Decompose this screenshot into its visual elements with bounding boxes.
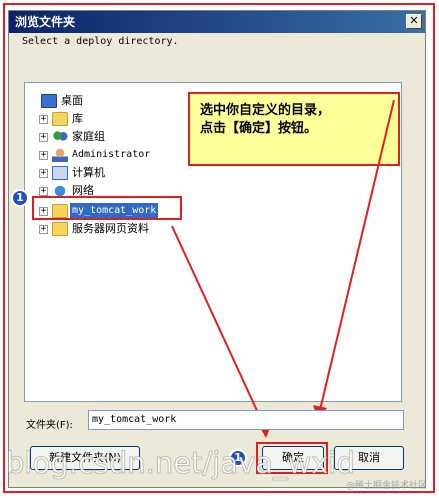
expand-icon[interactable]: + [39,151,48,160]
user-icon [52,148,68,162]
step-badge-1: 1 [11,189,29,207]
expand-icon[interactable]: + [39,115,48,124]
folder-icon [52,222,68,236]
callout-line-1: 选中你自定义的目录， [200,103,331,118]
callout-line-2: 点击【确定】按钮。 [200,121,318,136]
tree-item-label: 服务器网页资料 [72,222,149,235]
annotation-callout: 选中你自定义的目录， 点击【确定】按钮。 [188,92,400,166]
expand-icon[interactable]: + [39,225,48,234]
computer-icon [52,166,68,180]
tree-item-label: 库 [72,112,83,125]
expand-icon[interactable]: + [39,187,48,196]
title-bar: 浏览文件夹 ✕ [9,11,425,33]
tree-item-label: 桌面 [61,94,83,107]
homegroup-icon [52,130,68,144]
watermark-small: @稀土掘金技术社区 [345,481,427,491]
selected-folder-highlight [32,196,182,220]
folder-input[interactable]: my_tomcat_work [88,410,404,430]
desktop-icon [41,94,57,108]
instruction-text: Select a deploy directory. [22,36,179,47]
expand-icon[interactable]: + [39,133,48,142]
tree-item-label: 计算机 [72,166,105,179]
folder-label: 文件夹(F): [26,420,73,431]
tree-item-label: Administrator [72,149,151,160]
watermark-text: blog.csdn.net/java_wxid [6,446,356,481]
window-title: 浏览文件夹 [15,15,76,29]
expand-icon[interactable]: + [39,169,48,178]
library-icon [52,112,68,126]
tree-item-label: 家庭组 [72,130,105,143]
close-button[interactable]: ✕ [406,14,422,29]
